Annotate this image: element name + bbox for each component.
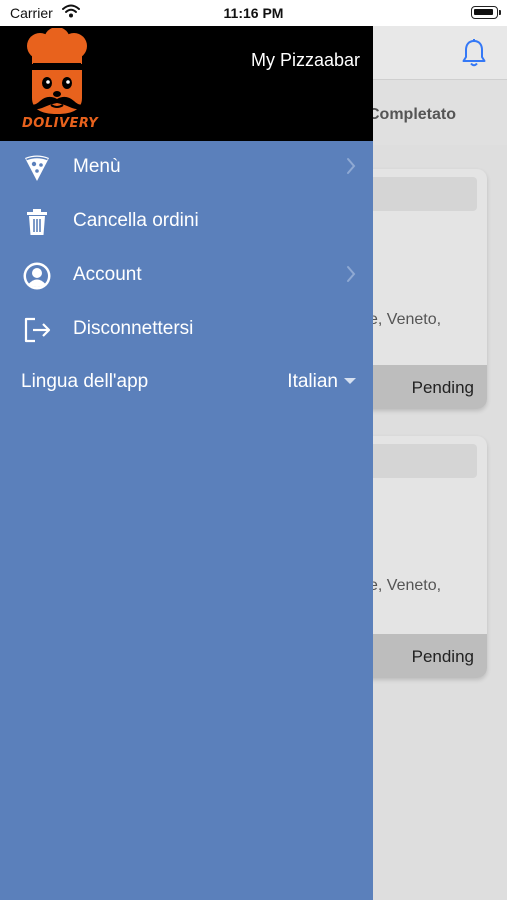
app-language-row[interactable]: Lingua dell'app Italian [0,356,373,410]
user-name: My Pizzaabar [250,50,360,70]
order-card-header [360,444,477,478]
menu-item-label: Account [73,264,142,285]
menu-item-label: Disconnettersi [73,318,194,339]
menu-item-logout[interactable]: Disconnettersi [0,303,373,357]
bell-icon[interactable] [461,38,487,68]
trash-icon [27,209,47,235]
order-card-footer: Pending [360,634,487,678]
menu-item-menu[interactable]: Menù [0,141,373,195]
status-bar: Carrier 11:16 PM [0,0,507,26]
order-address: e, Veneto, [369,577,442,594]
menu-item-label: Cancella ordini [73,210,199,231]
order-card-header [360,177,477,211]
clock: 11:16 PM [223,5,284,21]
menu-item-label: Menù [73,156,121,177]
user-circle-icon [23,262,51,290]
logout-icon [24,317,51,343]
pizza-slice-icon [25,155,49,181]
chevron-right-icon [347,158,356,174]
order-address: e, Veneto, [369,311,442,328]
app-language-select[interactable]: Italian [287,371,338,393]
dropdown-caret-icon[interactable] [344,378,356,384]
order-card[interactable]: e, Veneto, Pending [360,169,487,409]
menu-item-account[interactable]: Account [0,249,373,303]
chevron-right-icon [347,266,356,282]
order-status: Pending [411,378,474,397]
app-language-label: Lingua dell'app [21,371,149,392]
order-card[interactable]: e, Veneto, Pending [360,436,487,678]
order-status: Pending [411,647,474,666]
menu-item-cancel-orders[interactable]: Cancella ordini [0,195,373,249]
drawer-header: DOLIVERY My Pizzaabar [0,26,373,141]
brand-name: DOLIVERY [22,116,99,131]
side-drawer: DOLIVERY My Pizzaabar Menù Cancella ordi… [0,26,373,900]
order-card-footer: Pending [360,365,487,409]
tab-completato[interactable]: Completato [368,106,456,124]
battery-icon [471,6,501,19]
